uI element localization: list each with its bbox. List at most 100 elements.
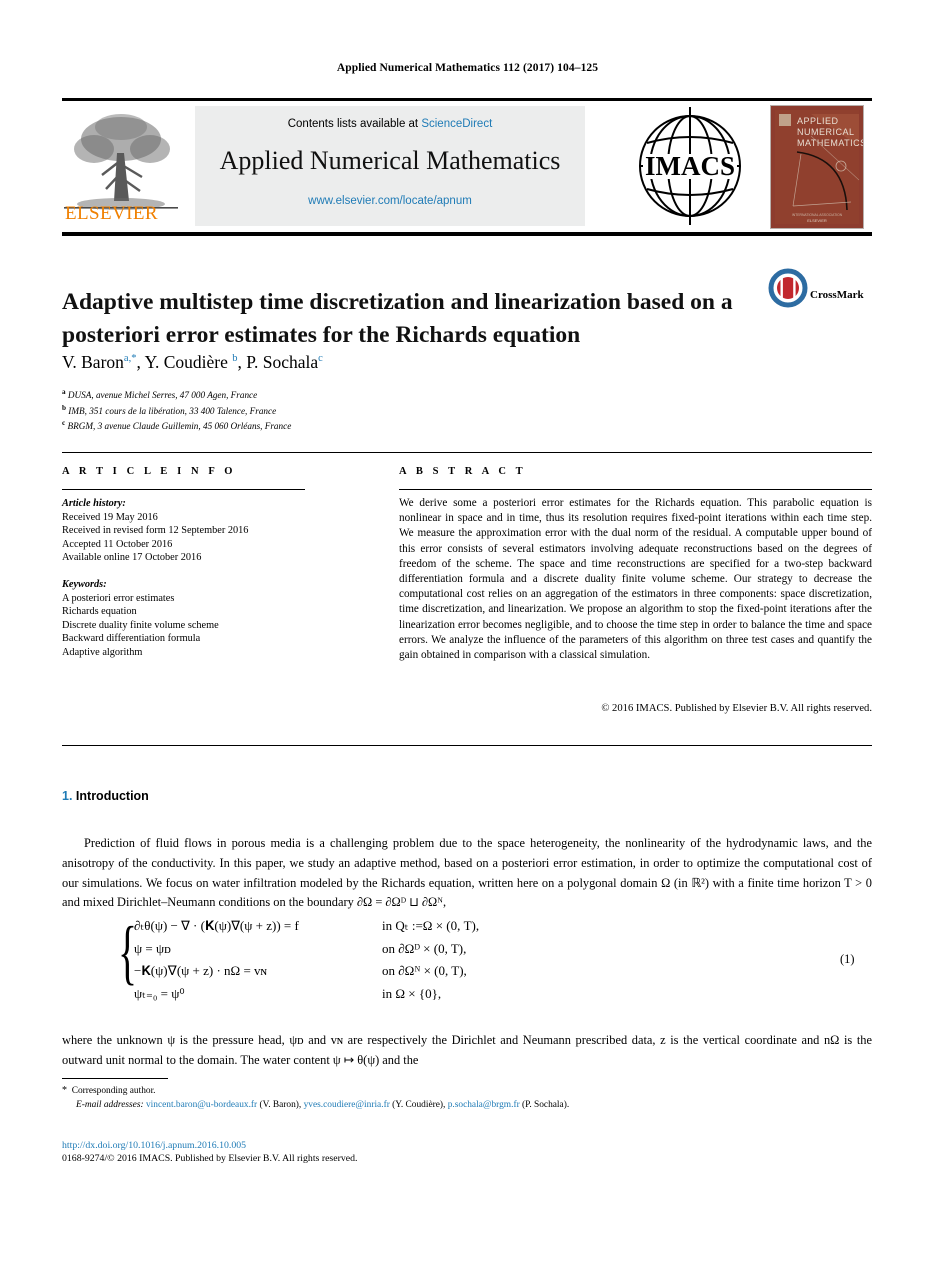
abstract-heading: A B S T R A C T [399, 466, 527, 477]
affiliation-item: c BRGM, 3 avenue Claude Guillemin, 45 06… [62, 417, 291, 433]
email-person-1: (V. Baron), [259, 1099, 302, 1110]
sciencedirect-link[interactable]: ScienceDirect [421, 118, 492, 130]
affiliation-item: b IMB, 351 cours de la libération, 33 40… [62, 402, 291, 418]
svg-text:NUMERICAL: NUMERICAL [797, 127, 855, 137]
masthead-bottom-rule [62, 232, 872, 236]
abstract-text: We derive some a posteriori error estima… [399, 497, 872, 662]
equation-lhs: ψₜ₌₀ = ψ⁰ [134, 985, 185, 1001]
equation-row: ψ = ψᴅ on ∂Ωᴰ × (0, T), [134, 941, 479, 964]
equation-number: (1) [840, 952, 855, 966]
equation-row: ψₜ₌₀ = ψ⁰ in Ω × {0}, [134, 986, 479, 1009]
corresponding-author-note: * Corresponding author. [62, 1084, 852, 1099]
article-info-heading: A R T I C L E I N F O [62, 466, 237, 477]
author-3: P. Sochalac [246, 352, 323, 372]
info-section-top-rule [62, 452, 872, 453]
issn-copyright-line: 0168-9274/© 2016 IMACS. Published by Els… [62, 1153, 358, 1164]
keywords-label: Keywords: [62, 578, 107, 590]
intro-paragraph-2: where the unknown ψ is the pressure head… [62, 1033, 872, 1067]
email-person-3: (P. Sochala). [522, 1099, 570, 1110]
equation-rhs: in Qₜ :=Ω × (0, T), [382, 918, 480, 933]
keyword-item: Backward differentiation formula [62, 633, 201, 645]
svg-text:INTERNATIONAL ASSOCIATION: INTERNATIONAL ASSOCIATION [792, 213, 843, 217]
affiliation-text: BRGM, 3 avenue Claude Guillemin, 45 060 … [67, 421, 292, 432]
article-info-column: Article history: Received 19 May 2016 Re… [62, 497, 312, 673]
footnote-block: * Corresponding author. E-mail addresses… [62, 1084, 852, 1112]
email-person-2: (Y. Coudière), [392, 1099, 446, 1110]
affiliation-item: a DUSA, avenue Michel Serres, 47 000 Age… [62, 386, 291, 402]
section-number: 1. [62, 789, 73, 803]
affiliation-text: DUSA, avenue Michel Serres, 47 000 Agen,… [67, 390, 258, 401]
masthead-top-rule [62, 98, 872, 101]
svg-text:ELSEVIER: ELSEVIER [807, 218, 827, 223]
affiliation-mark: c [62, 419, 66, 428]
equation-lhs: ∂ₜθ(ψ) − ∇ · (𝐊(ψ)∇(ψ + z)) = f [134, 918, 299, 933]
keyword-item: Richards equation [62, 606, 137, 618]
footnote-rule [62, 1078, 168, 1079]
keyword-item: Adaptive algorithm [62, 646, 143, 658]
equation-row: −𝐊(ψ)∇(ψ + z) · nΩ = vɴ on ∂Ωᴺ × (0, T), [134, 963, 479, 986]
article-history-label: Article history: [62, 498, 126, 509]
corresponding-author-text: Corresponding author. [71, 1086, 156, 1096]
imacs-logo: IMACS [627, 103, 753, 229]
equation-row: ∂ₜθ(ψ) − ∇ · (𝐊(ψ)∇(ψ + z)) = f in Qₜ :=Ω… [134, 918, 479, 941]
email-label: E-mail addresses: [76, 1099, 144, 1110]
keyword-item: A posteriori error estimates [62, 592, 175, 604]
keyword-item: Discrete duality finite volume scheme [62, 619, 219, 631]
info-section-bottom-rule [62, 745, 872, 746]
paper-page: Applied Numerical Mathematics 112 (2017)… [0, 0, 935, 1266]
journal-info-box: Contents lists available at ScienceDirec… [195, 106, 585, 226]
article-info-underline [62, 489, 305, 490]
intro-paragraph-1: Prediction of fluid flows in porous medi… [62, 836, 872, 910]
abstract-underline [399, 489, 872, 490]
email-link-2[interactable]: yves.coudiere@inria.fr [304, 1100, 390, 1110]
keywords-block: Keywords: A posteriori error estimates R… [62, 578, 312, 660]
affiliation-mark: a [62, 388, 66, 396]
author-list: V. Barona,*, Y. Coudière b, P. Sochalac [62, 352, 323, 372]
journal-masthead: ELSEVIER Contents lists available at Sci… [62, 103, 872, 229]
email-link-1[interactable]: vincent.baron@u-bordeaux.fr [146, 1100, 257, 1110]
contents-available-line: Contents lists available at ScienceDirec… [195, 118, 585, 130]
section-heading-introduction: 1. Introduction [62, 789, 149, 803]
email-note: E-mail addresses: vincent.baron@u-bordea… [76, 1099, 852, 1113]
section-title-text: Introduction [75, 789, 149, 803]
affiliation-list: a DUSA, avenue Michel Serres, 47 000 Age… [62, 386, 291, 433]
author-1-marks: a,* [123, 353, 137, 365]
equation-rows: ∂ₜθ(ψ) − ∇ · (𝐊(ψ)∇(ψ + z)) = f in Qₜ :=Ω… [134, 918, 479, 1008]
journal-title: Applied Numerical Mathematics [219, 146, 561, 175]
equation-lhs: −𝐊(ψ)∇(ψ + z) · nΩ = vɴ [134, 963, 268, 978]
email-link-3[interactable]: p.sochala@brgm.fr [448, 1100, 520, 1110]
svg-text:MATHEMATICS: MATHEMATICS [797, 138, 863, 148]
crossmark-badge[interactable]: CrossMark [768, 268, 872, 314]
contents-prefix: Contents lists available at [287, 118, 422, 130]
history-item: Accepted 11 October 2016 [62, 538, 173, 550]
elsevier-logo: ELSEVIER [62, 105, 180, 227]
journal-homepage-link[interactable]: www.elsevier.com/locate/apnum [195, 195, 585, 207]
svg-text:APPLIED: APPLIED [797, 116, 839, 126]
equation-rhs: on ∂Ωᴰ × (0, T), [382, 940, 467, 956]
history-item: Received in revised form 12 September 20… [62, 525, 249, 537]
page-title: Adaptive multistep time discretization a… [62, 288, 733, 348]
crossmark-label: CrossMark [810, 289, 864, 301]
asterisk-icon: * [62, 1085, 67, 1096]
author-2: Y. Coudière b [144, 352, 238, 372]
affiliation-mark: b [62, 403, 66, 412]
abstract-copyright: © 2016 IMACS. Published by Elsevier B.V.… [601, 703, 872, 714]
journal-cover-thumbnail: APPLIED NUMERICAL MATHEMATICS INTERNATIO… [770, 105, 864, 229]
doi-link[interactable]: http://dx.doi.org/10.1016/j.apnum.2016.1… [62, 1140, 246, 1151]
equation-rhs: in Ω × {0}, [382, 985, 442, 1001]
history-item: Available online 17 October 2016 [62, 552, 202, 564]
author-3-marks: c [318, 353, 323, 365]
equation-lhs: ψ = ψᴅ [134, 940, 171, 956]
crossmark-icon [768, 268, 808, 308]
article-history-block: Article history: Received 19 May 2016 Re… [62, 497, 312, 565]
elsevier-wordmark: ELSEVIER [65, 203, 158, 224]
affiliation-text: IMB, 351 cours de la libération, 33 400 … [68, 405, 277, 416]
author-1: V. Barona,* [62, 352, 137, 372]
cover-artwork: APPLIED NUMERICAL MATHEMATICS INTERNATIO… [771, 106, 863, 228]
imacs-globe-icon: IMACS [639, 107, 741, 225]
imacs-wordmark: IMACS [645, 151, 735, 181]
author-2-marks: b [232, 353, 238, 365]
running-head: Applied Numerical Mathematics 112 (2017)… [336, 62, 599, 74]
history-item: Received 19 May 2016 [62, 511, 158, 523]
equation-rhs: on ∂Ωᴺ × (0, T), [382, 963, 467, 978]
